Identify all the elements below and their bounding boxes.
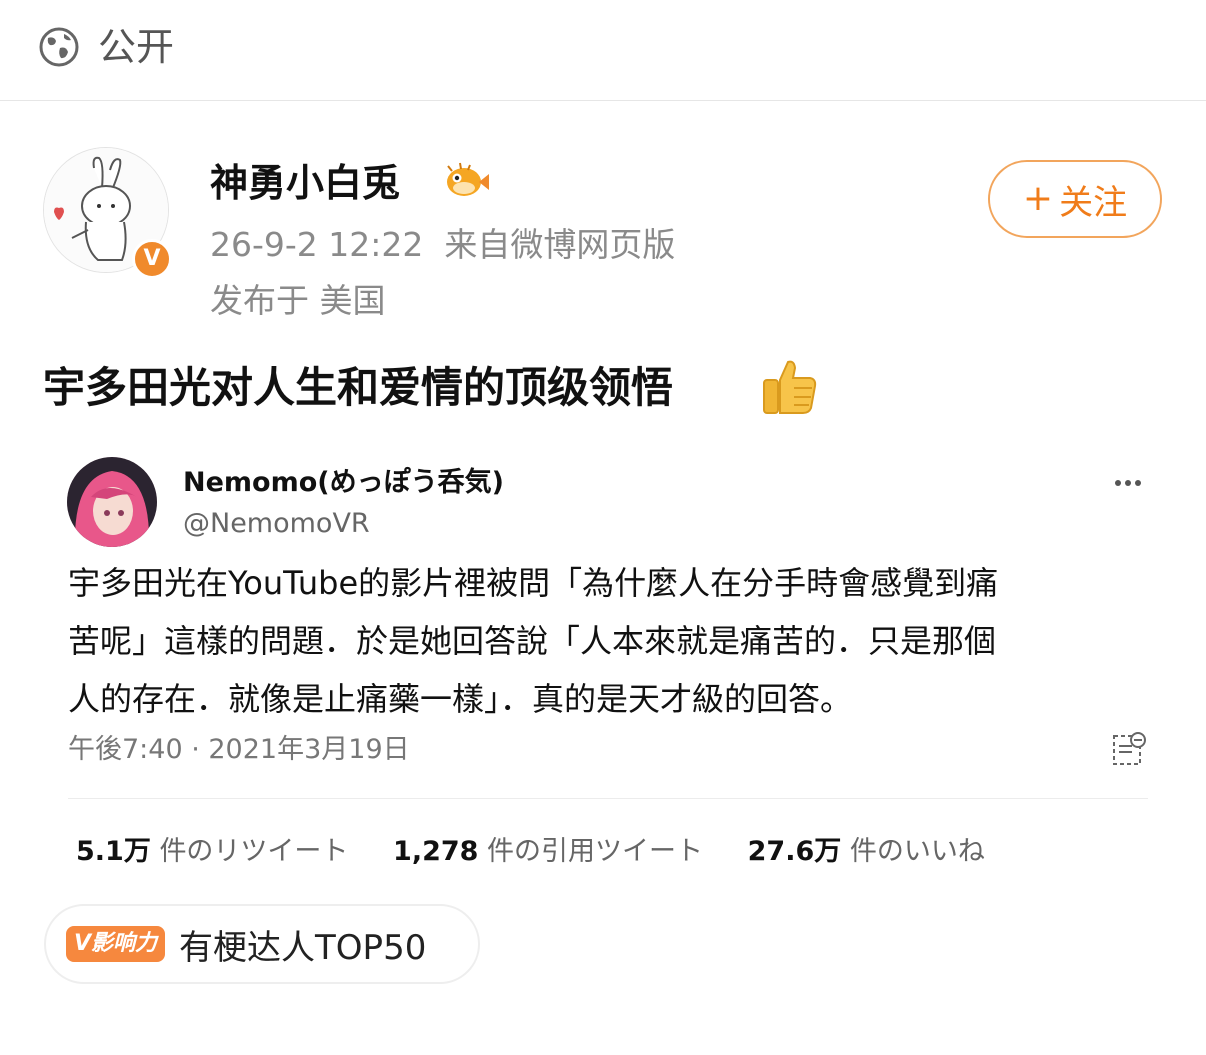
location-prefix: 发布于 bbox=[210, 281, 309, 320]
influence-text: 有梗达人TOP50 bbox=[179, 927, 427, 968]
visibility-bar: 公开 bbox=[0, 0, 1206, 101]
influence-badge: V影响力 bbox=[66, 926, 166, 962]
globe-icon bbox=[39, 27, 79, 67]
tweet-body: 宇多田光在YouTube的影片裡被問「為什麼人在分手時會感覺到痛 苦呢」這樣的問… bbox=[68, 554, 1148, 728]
location-value: 美国 bbox=[319, 281, 386, 320]
visibility-label: 公开 bbox=[98, 25, 175, 69]
plus-icon: + bbox=[1022, 178, 1054, 219]
tweet-timestamp: 午後7:40 · 2021年3月19日 bbox=[68, 734, 410, 765]
post-time: 26-9-2 12:22 bbox=[210, 225, 424, 264]
follow-label: 关注 bbox=[1059, 182, 1128, 223]
influence-tag[interactable]: V影响力 有梗达人TOP50 bbox=[44, 904, 480, 984]
like-count: 27.6万 bbox=[747, 836, 842, 867]
post-location: 发布于 美国 bbox=[210, 278, 386, 324]
tweet-author-name: Nemomo(めっぽう呑気) bbox=[183, 467, 504, 498]
retweet-label: 件のリツイート bbox=[159, 836, 349, 867]
more-icon bbox=[1115, 480, 1141, 486]
post-meta: 26-9-2 12:22 来自微博网页版 bbox=[210, 222, 675, 268]
author-name[interactable]: 神勇小白兎 bbox=[210, 158, 400, 208]
tweet-body-line: 人的存在．就像是止痛藥一樣」．真的是天才級的回答。 bbox=[68, 680, 853, 718]
tweet-body-line: 苦呢」這樣的問題．於是她回答說「人本來就是痛苦的．只是那個 bbox=[68, 622, 997, 660]
tweet-author-handle: @NemomoVR bbox=[183, 508, 370, 539]
tweet-avatar bbox=[67, 457, 157, 547]
quote-label: 件の引用ツイート bbox=[487, 836, 704, 867]
post-text: 宇多田光对人生和爱情的顶级领悟 bbox=[43, 363, 674, 412]
follow-button[interactable]: + 关注 bbox=[988, 160, 1162, 238]
tweet-stats: 5.1万 件のリツイート 1,278 件の引用ツイート 27.6万 件のいいね bbox=[76, 832, 985, 872]
like-label: 件のいいね bbox=[849, 836, 985, 867]
pufferfish-emoji bbox=[447, 162, 489, 196]
tweet-body-line: 宇多田光在YouTube的影片裡被問「為什麼人在分手時會感覺到痛 bbox=[68, 564, 999, 602]
quote-count: 1,278 bbox=[393, 836, 479, 867]
verified-badge: V bbox=[132, 239, 172, 279]
retweet-count: 5.1万 bbox=[76, 836, 151, 867]
divider bbox=[68, 798, 1148, 799]
post-source: 来自微博网页版 bbox=[444, 225, 676, 264]
thumbs-up-emoji bbox=[763, 360, 817, 414]
tweet-info-icon bbox=[1113, 732, 1146, 765]
